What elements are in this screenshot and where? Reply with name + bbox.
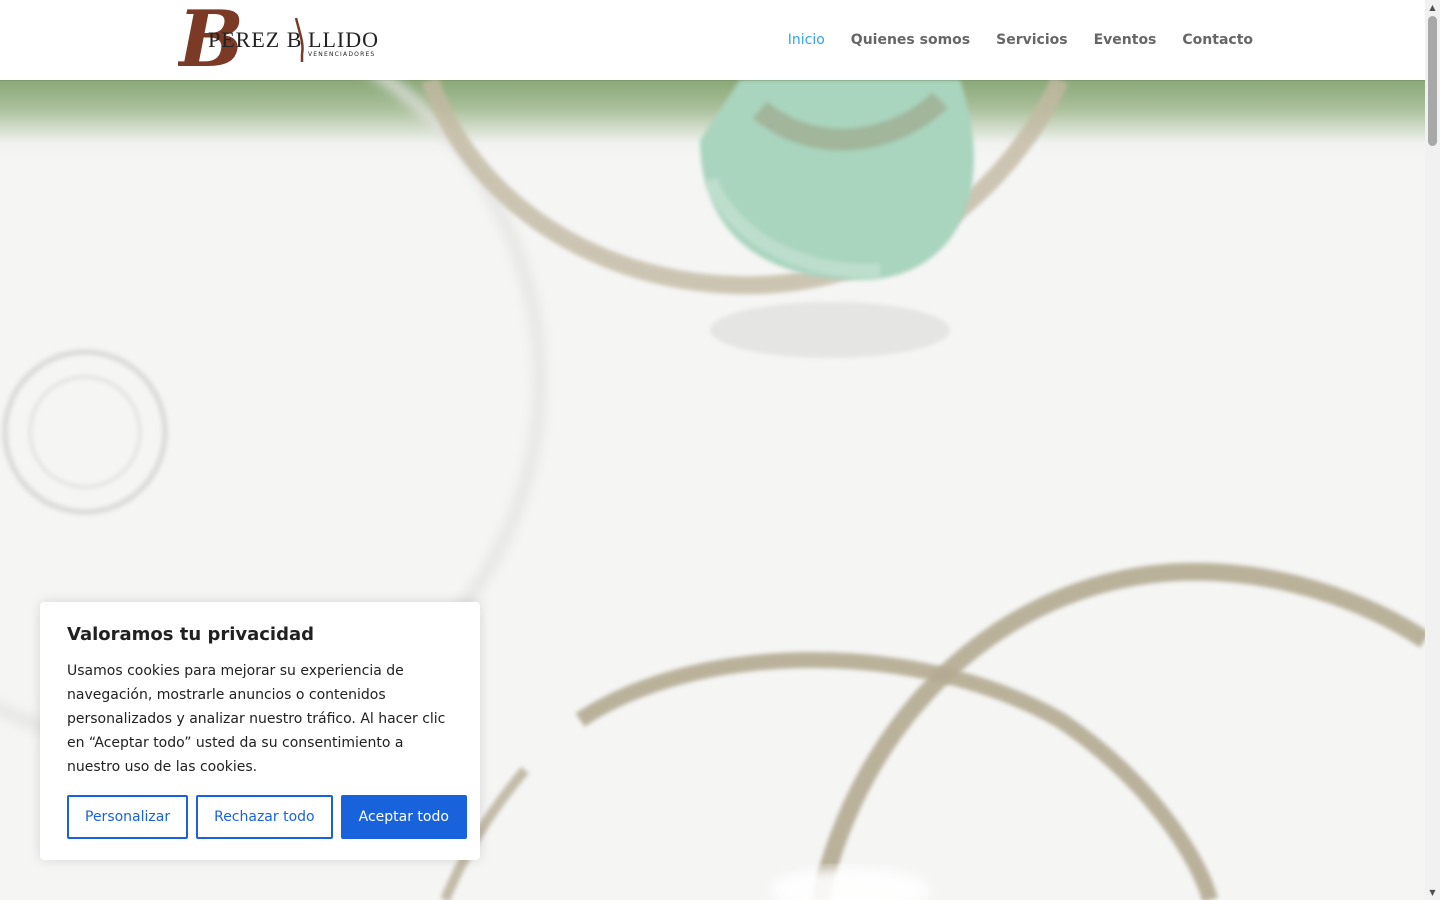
page-scrollbar[interactable]: ▲ ▼ bbox=[1425, 0, 1440, 900]
bottom-stain-ring-1 bbox=[575, 652, 1218, 900]
site-header: B PEREZ B LLIDO VENENCIADORES Inicio Qui… bbox=[0, 0, 1425, 85]
scroll-up-arrow-icon[interactable]: ▲ bbox=[1425, 0, 1440, 15]
scrollbar-thumb[interactable] bbox=[1428, 16, 1437, 146]
nav-item-servicios[interactable]: Servicios bbox=[996, 32, 1067, 48]
site-logo[interactable]: B PEREZ B LLIDO VENENCIADORES bbox=[176, 0, 383, 85]
main-nav: Inicio Quienes somos Servicios Eventos C… bbox=[788, 0, 1253, 80]
nav-item-contacto[interactable]: Contacto bbox=[1182, 32, 1253, 48]
cookie-buttons: Personalizar Rechazar todo Aceptar todo bbox=[67, 795, 467, 839]
accept-all-button[interactable]: Aceptar todo bbox=[340, 795, 467, 839]
logo-name-part1: PEREZ B bbox=[208, 27, 302, 52]
nav-item-quienes-somos[interactable]: Quienes somos bbox=[851, 32, 970, 48]
cork-shape bbox=[700, 80, 974, 358]
logo-name-part2: LLIDO bbox=[308, 27, 379, 52]
cookie-text: Usamos cookies para mejorar su experienc… bbox=[67, 663, 446, 775]
reject-all-button[interactable]: Rechazar todo bbox=[196, 795, 333, 839]
scroll-down-arrow-icon[interactable]: ▼ bbox=[1425, 885, 1440, 900]
logo-tagline: VENENCIADORES bbox=[308, 51, 375, 58]
cookie-title: Valoramos tu privacidad bbox=[67, 624, 315, 645]
customize-button[interactable]: Personalizar bbox=[67, 795, 189, 839]
bottom-stain-ring-2 bbox=[811, 562, 1425, 900]
nav-item-eventos[interactable]: Eventos bbox=[1094, 32, 1157, 48]
nav-item-inicio[interactable]: Inicio bbox=[788, 32, 825, 48]
cookie-consent-banner: Valoramos tu privacidad Usamos cookies p… bbox=[40, 602, 480, 860]
